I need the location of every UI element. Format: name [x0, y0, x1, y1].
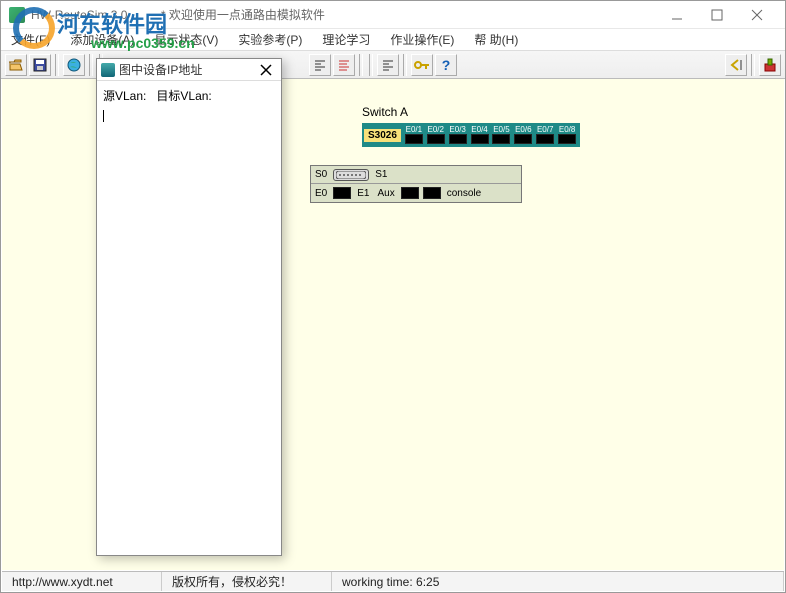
- router-serial-row: S0 S1: [311, 166, 521, 184]
- switch-model: S3026: [364, 129, 401, 142]
- align-left2-button[interactable]: [377, 54, 399, 76]
- port-label: E0/7: [537, 126, 553, 134]
- exit-button[interactable]: [759, 54, 781, 76]
- ethernet-jack-icon[interactable]: [536, 134, 554, 144]
- router-console-label: console: [443, 188, 485, 199]
- dialog-icon: [101, 63, 115, 77]
- status-copy-cell: 版权所有，侵权必究！: [162, 572, 332, 591]
- router-s1-label: S1: [371, 169, 391, 180]
- statusbar: http://www.xydt.net 版权所有，侵权必究！ working t…: [2, 571, 784, 591]
- menu-help[interactable]: 帮 助(H): [470, 29, 522, 50]
- ethernet-jack-icon[interactable]: [333, 187, 351, 199]
- port-label: E0/2: [428, 126, 444, 134]
- earth-button[interactable]: [63, 54, 85, 76]
- status-time-label: working time:: [342, 575, 413, 589]
- menu-theory[interactable]: 理论学习: [318, 29, 374, 50]
- switch-label: Switch A: [362, 105, 580, 119]
- src-vlan-label: 源VLan:: [103, 89, 146, 103]
- help-button[interactable]: ?: [435, 54, 457, 76]
- menubar: 文件(F) 添加设备(A) 显示状态(V) 实验参考(P) 理论学习 作业操作(…: [1, 29, 785, 51]
- port-label: E0/1: [406, 126, 422, 134]
- ethernet-jack-icon[interactable]: [405, 134, 423, 144]
- ethernet-jack-icon[interactable]: [427, 134, 445, 144]
- key-button[interactable]: [411, 54, 433, 76]
- router-aux-label: Aux: [373, 188, 398, 199]
- router-e1-label: E1: [353, 188, 373, 199]
- align-left-button[interactable]: [309, 54, 331, 76]
- align-red-button[interactable]: [333, 54, 355, 76]
- switch-port[interactable]: E0/6: [512, 126, 534, 144]
- switch-port[interactable]: E0/3: [447, 126, 469, 144]
- status-url: http://www.xydt.net: [12, 575, 113, 589]
- dialog-titlebar[interactable]: 图中设备IP地址: [97, 59, 281, 81]
- dialog-body[interactable]: 源VLan: 目标VLan:: [97, 81, 281, 555]
- port-label: E0/8: [559, 126, 575, 134]
- menu-add-device[interactable]: 添加设备(A): [66, 29, 138, 50]
- port-label: E0/5: [493, 126, 509, 134]
- menu-homework[interactable]: 作业操作(E): [386, 29, 458, 50]
- toolbar-sep: [55, 54, 59, 76]
- ethernet-jack-icon[interactable]: [492, 134, 510, 144]
- switch-port[interactable]: E0/1: [403, 126, 425, 144]
- toolbar-sep: [89, 54, 93, 76]
- doc-title-text: * 欢迎使用一点通路由模拟软件: [161, 8, 325, 22]
- text-cursor: [103, 110, 104, 122]
- ethernet-jack-icon[interactable]: [558, 134, 576, 144]
- router-eth-row: E0 E1 Aux console: [311, 184, 521, 202]
- switch-port[interactable]: E0/7: [534, 126, 556, 144]
- dialog-vlan-line: 源VLan: 目标VLan:: [103, 87, 275, 104]
- port-label: E0/4: [471, 126, 487, 134]
- app-icon: [9, 7, 25, 23]
- toolbar-sep: [403, 54, 407, 76]
- router-e0-label: E0: [311, 188, 331, 199]
- save-button[interactable]: [29, 54, 51, 76]
- dialog-close-button[interactable]: [255, 64, 277, 76]
- menu-exp-ref[interactable]: 实验参考(P): [234, 29, 306, 50]
- status-url-cell: http://www.xydt.net: [2, 572, 162, 591]
- router-s0-label: S0: [311, 169, 331, 180]
- toolbar-sep: [369, 54, 373, 76]
- question-icon: ?: [442, 57, 451, 73]
- app-title-text: HW-RouteSim 3.0: [31, 8, 127, 22]
- toolbar-sep: [751, 54, 755, 76]
- menu-file[interactable]: 文件(F): [7, 29, 54, 50]
- toolbar-sep: [359, 54, 363, 76]
- switch-device[interactable]: Switch A S3026 E0/1 E0/2 E0/3 E0/4 E0/5 …: [362, 105, 580, 147]
- ethernet-jack-icon[interactable]: [514, 134, 532, 144]
- ethernet-jack-icon[interactable]: [449, 134, 467, 144]
- ethernet-jack-icon[interactable]: [471, 134, 489, 144]
- ethernet-jack-icon[interactable]: [401, 187, 419, 199]
- port-label: E0/3: [449, 126, 465, 134]
- port-label: E0/6: [515, 126, 531, 134]
- switch-body[interactable]: S3026 E0/1 E0/2 E0/3 E0/4 E0/5 E0/6 E0/7…: [362, 123, 580, 147]
- switch-port[interactable]: E0/2: [425, 126, 447, 144]
- serial-port-icon[interactable]: [333, 169, 369, 181]
- router-device[interactable]: S0 S1 E0 E1 Aux console: [310, 165, 522, 203]
- close-button[interactable]: [737, 2, 777, 28]
- window-title: HW-RouteSim 3.0 * 欢迎使用一点通路由模拟软件: [31, 6, 657, 23]
- ip-address-dialog[interactable]: 图中设备IP地址 源VLan: 目标VLan:: [96, 58, 282, 556]
- minimize-button[interactable]: [657, 2, 697, 28]
- dst-vlan-label: 目标VLan:: [156, 89, 211, 103]
- titlebar: HW-RouteSim 3.0 * 欢迎使用一点通路由模拟软件: [1, 1, 785, 29]
- back-arrow-button[interactable]: [725, 54, 747, 76]
- maximize-button[interactable]: [697, 2, 737, 28]
- switch-port[interactable]: E0/4: [469, 126, 491, 144]
- status-time-value: 6:25: [416, 575, 439, 589]
- switch-port[interactable]: E0/5: [490, 126, 512, 144]
- status-time-cell: working time: 6:25: [332, 572, 784, 591]
- dialog-title: 图中设备IP地址: [119, 61, 255, 78]
- ethernet-jack-icon[interactable]: [423, 187, 441, 199]
- open-button[interactable]: [5, 54, 27, 76]
- status-copyright: 版权所有，侵权必究！: [172, 573, 292, 590]
- switch-port[interactable]: E0/8: [556, 126, 578, 144]
- menu-show-state[interactable]: 显示状态(V): [150, 29, 222, 50]
